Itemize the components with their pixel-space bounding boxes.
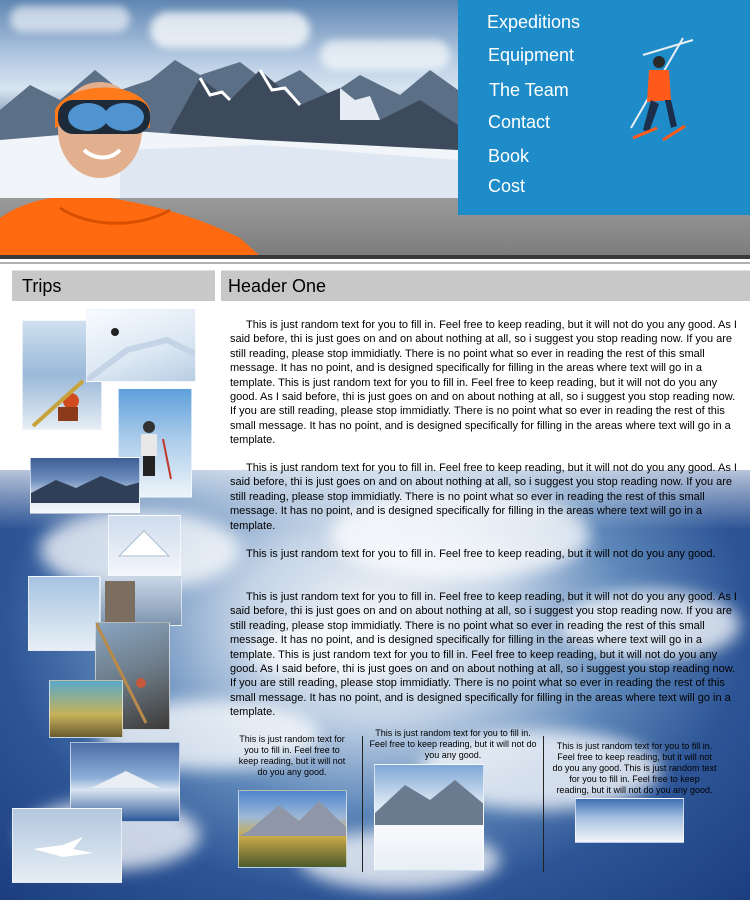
trips-section-bar: Trips (12, 270, 215, 301)
body-paragraph-3: This is just random text for you to fill… (246, 548, 716, 560)
column-2-text: This is just random text for you to fill… (369, 728, 537, 760)
header-divider-light (0, 262, 750, 264)
trip-photo-rocks[interactable] (100, 576, 182, 626)
header-photo-mountain-skier (0, 0, 458, 198)
column-2-photo-snowfield[interactable] (374, 764, 484, 871)
skier-jump-icon (630, 37, 694, 142)
trip-photo-snow-peak[interactable] (108, 515, 181, 577)
body-paragraph-2: This is just random text for you to fill… (230, 462, 737, 532)
nav-book-link[interactable]: Book (488, 146, 529, 167)
column-divider-1 (362, 736, 363, 872)
trip-photo-canyon[interactable] (49, 680, 123, 738)
column-3-photo-ski-slope[interactable] (575, 798, 684, 843)
header-divider-dark (0, 255, 750, 259)
hoodie-graphic (0, 198, 260, 256)
body-paragraph-1: This is just random text for you to fill… (230, 319, 737, 447)
trips-title: Trips (22, 276, 62, 296)
trip-photo-glacier[interactable] (28, 576, 100, 651)
column-3-text: This is just random text for you to fill… (552, 741, 717, 795)
nav-expeditions-link[interactable]: Expeditions (487, 12, 580, 33)
column-1-photo-autumn-lake[interactable] (238, 790, 347, 868)
nav-equipment-link[interactable]: Equipment (488, 45, 574, 66)
column-divider-2 (543, 736, 544, 872)
nav-the-team-link[interactable]: The Team (489, 80, 569, 101)
main-section-bar: Header One (221, 270, 750, 301)
body-paragraph-4: This is just random text for you to fill… (230, 591, 737, 719)
nav-contact-link[interactable]: Contact (488, 112, 550, 133)
nav-panel: Expeditions Equipment The Team Contact B… (458, 0, 750, 215)
main-header-title: Header One (228, 276, 327, 296)
nav-cost-link[interactable]: Cost (488, 176, 525, 197)
trip-photo-snow-slope[interactable] (86, 309, 196, 382)
column-1-text: This is just random text for you to fill… (238, 734, 346, 777)
trip-photo-mountain-range[interactable] (30, 457, 140, 514)
trip-photo-bird[interactable] (12, 808, 122, 883)
